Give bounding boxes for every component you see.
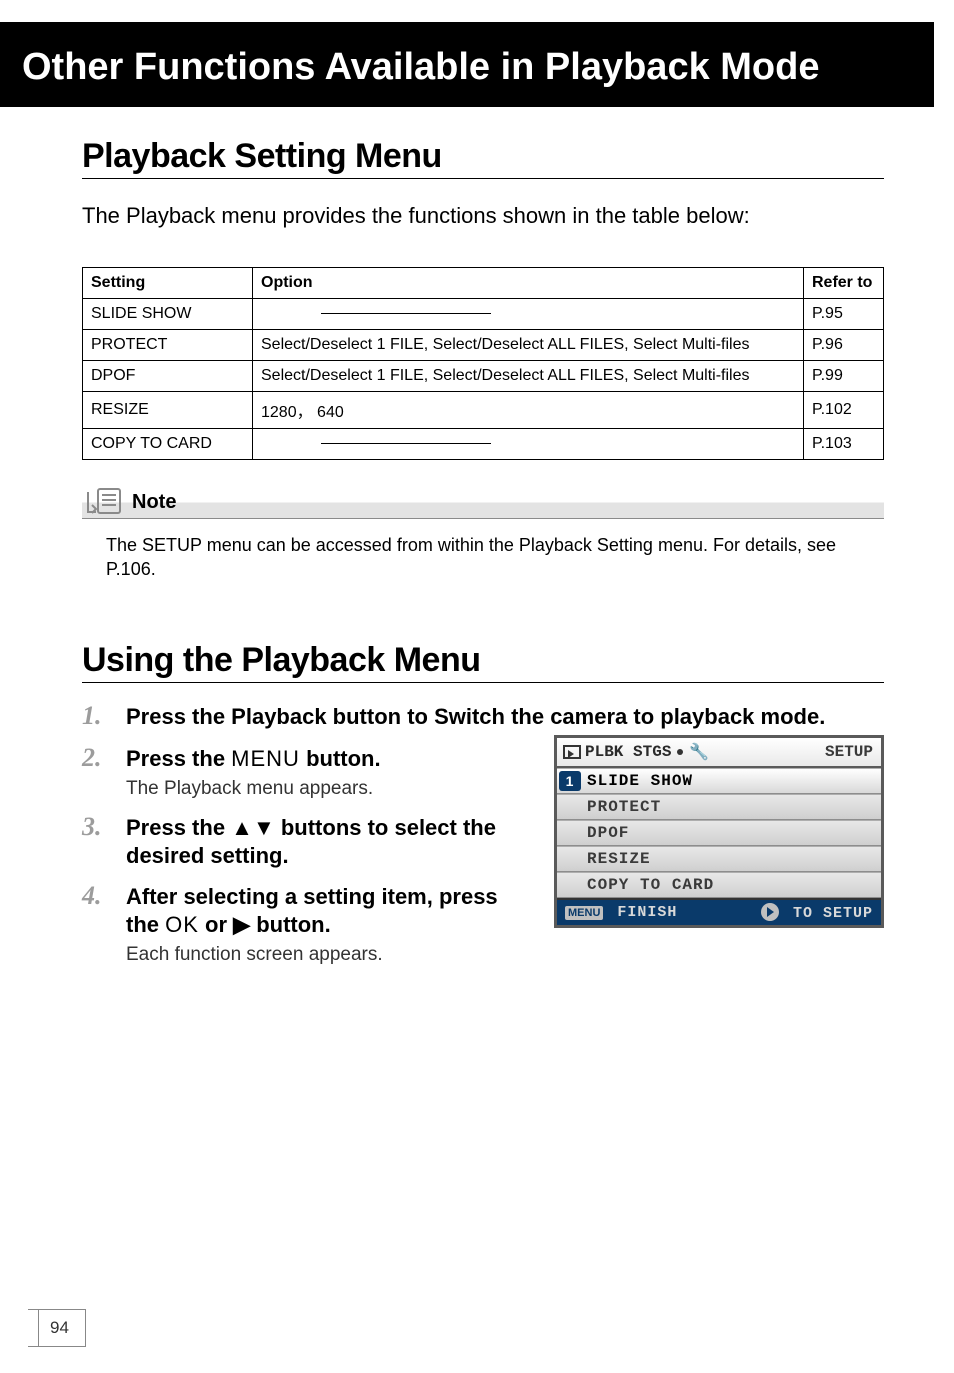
dot-icon xyxy=(677,749,683,755)
cell-setting: DPOF xyxy=(83,360,253,391)
cell-ref: P.102 xyxy=(804,391,884,428)
step-3: 3. Press the ▲▼ buttons to select the de… xyxy=(82,814,524,869)
cell-option: Select/Deselect 1 FILE, Select/Deselect … xyxy=(253,360,804,391)
step-number: 2. xyxy=(82,745,108,771)
lcd-bottom-bar: MENU FINISH TO SETUP xyxy=(557,898,881,925)
table-header-setting: Setting xyxy=(83,267,253,298)
lcd-tab-label: PLBK STGS xyxy=(585,743,671,761)
cell-setting: SLIDE SHOW xyxy=(83,298,253,329)
step-subtext: The Playback menu appears. xyxy=(126,778,524,800)
lcd-item-label: COPY TO CARD xyxy=(587,876,714,894)
step-title: Press the Playback button to Switch the … xyxy=(126,703,884,731)
text: button. xyxy=(250,912,331,937)
lcd-selection-marker: 1 xyxy=(559,771,581,791)
chapter-banner: Other Functions Available in Playback Mo… xyxy=(0,22,934,107)
lcd-item-label: DPOF xyxy=(587,824,629,842)
cell-option: 1280， 640 xyxy=(253,391,804,428)
lcd-menu-item: DPOF xyxy=(557,820,881,846)
note-label: Note xyxy=(132,491,176,516)
cell-setting: COPY TO CARD xyxy=(83,428,253,459)
step-2: 2. Press the MENU button. The Playback m… xyxy=(82,745,524,801)
chapter-title: Other Functions Available in Playback Mo… xyxy=(22,46,914,89)
lcd-tab-bar: PLBK STGS 🔧 SETUP xyxy=(557,738,881,768)
lcd-right-circle-icon xyxy=(761,903,779,921)
cell-ref: P.99 xyxy=(804,360,884,391)
cell-ref: P.96 xyxy=(804,329,884,360)
text: Press the xyxy=(126,815,231,840)
lcd-menu-item: PROTECT xyxy=(557,794,881,820)
note-bar: Note xyxy=(82,484,884,519)
lcd-item-label: PROTECT xyxy=(587,798,661,816)
right-arrow-icon: ▶ xyxy=(233,912,250,937)
table-header-option: Option xyxy=(253,267,804,298)
step-4: 4. After selecting a setting item, press… xyxy=(82,883,524,966)
table-row: PROTECT Select/Deselect 1 FILE, Select/D… xyxy=(83,329,884,360)
section-intro: The Playback menu provides the functions… xyxy=(82,201,884,231)
lcd-to-setup-label: TO SETUP xyxy=(793,905,873,922)
text: Press the xyxy=(126,746,231,771)
down-arrow-icon: ▼ xyxy=(253,815,275,840)
lcd-item-label: RESIZE xyxy=(587,850,651,868)
page-number: 94 xyxy=(28,1309,86,1347)
step-number: 3. xyxy=(82,814,108,840)
menu-button-label: MENU xyxy=(231,746,300,771)
section-heading-playback-setting-menu: Playback Setting Menu xyxy=(82,137,884,179)
table-row: RESIZE 1280， 640 P.102 xyxy=(83,391,884,428)
cell-option xyxy=(253,298,804,329)
dash-icon xyxy=(321,313,491,314)
text: or xyxy=(199,912,233,937)
lcd-item-label: SLIDE SHOW xyxy=(587,772,693,790)
lcd-menu-button-icon: MENU xyxy=(565,906,603,920)
section-heading-using-playback-menu: Using the Playback Menu xyxy=(82,641,884,683)
step-number: 4. xyxy=(82,883,108,909)
cell-ref: P.103 xyxy=(804,428,884,459)
lcd-menu-item: COPY TO CARD xyxy=(557,872,881,898)
step-title: After selecting a setting item, press th… xyxy=(126,883,524,938)
lcd-menu-item: RESIZE xyxy=(557,846,881,872)
table-row: DPOF Select/Deselect 1 FILE, Select/Dese… xyxy=(83,360,884,391)
cell-option: Select/Deselect 1 FILE, Select/Deselect … xyxy=(253,329,804,360)
ok-button-label: OK xyxy=(165,912,199,937)
step-title: Press the ▲▼ buttons to select the desir… xyxy=(126,814,524,869)
cell-setting: RESIZE xyxy=(83,391,253,428)
dash-icon xyxy=(321,443,491,444)
lcd-menu-item: 1 SLIDE SHOW xyxy=(557,768,881,794)
cell-setting: PROTECT xyxy=(83,329,253,360)
cell-ref: P.95 xyxy=(804,298,884,329)
table-row: COPY TO CARD P.103 xyxy=(83,428,884,459)
step-number: 1. xyxy=(82,703,108,729)
settings-table: Setting Option Refer to SLIDE SHOW P.95 … xyxy=(82,267,884,460)
wrench-icon: 🔧 xyxy=(689,742,709,762)
up-arrow-icon: ▲ xyxy=(231,815,253,840)
table-header-refer: Refer to xyxy=(804,267,884,298)
lcd-finish-label: FINISH xyxy=(617,904,677,921)
table-row: SLIDE SHOW P.95 xyxy=(83,298,884,329)
step-subtext: Each function screen appears. xyxy=(126,944,524,966)
lcd-menu-list: 1 SLIDE SHOW PROTECT DPOF RESIZE COPY TO… xyxy=(557,768,881,898)
note-icon xyxy=(84,486,124,516)
note-text: The SETUP menu can be accessed from with… xyxy=(106,533,884,582)
lcd-setup-label: SETUP xyxy=(825,743,873,761)
step-1: 1. Press the Playback button to Switch t… xyxy=(82,703,884,731)
step-title: Press the MENU button. xyxy=(126,745,524,773)
cell-option xyxy=(253,428,804,459)
playback-tab-icon xyxy=(563,745,581,759)
camera-lcd-screenshot: PLBK STGS 🔧 SETUP 1 SLIDE SHOW PROTECT D… xyxy=(554,735,884,928)
text: button. xyxy=(300,746,381,771)
